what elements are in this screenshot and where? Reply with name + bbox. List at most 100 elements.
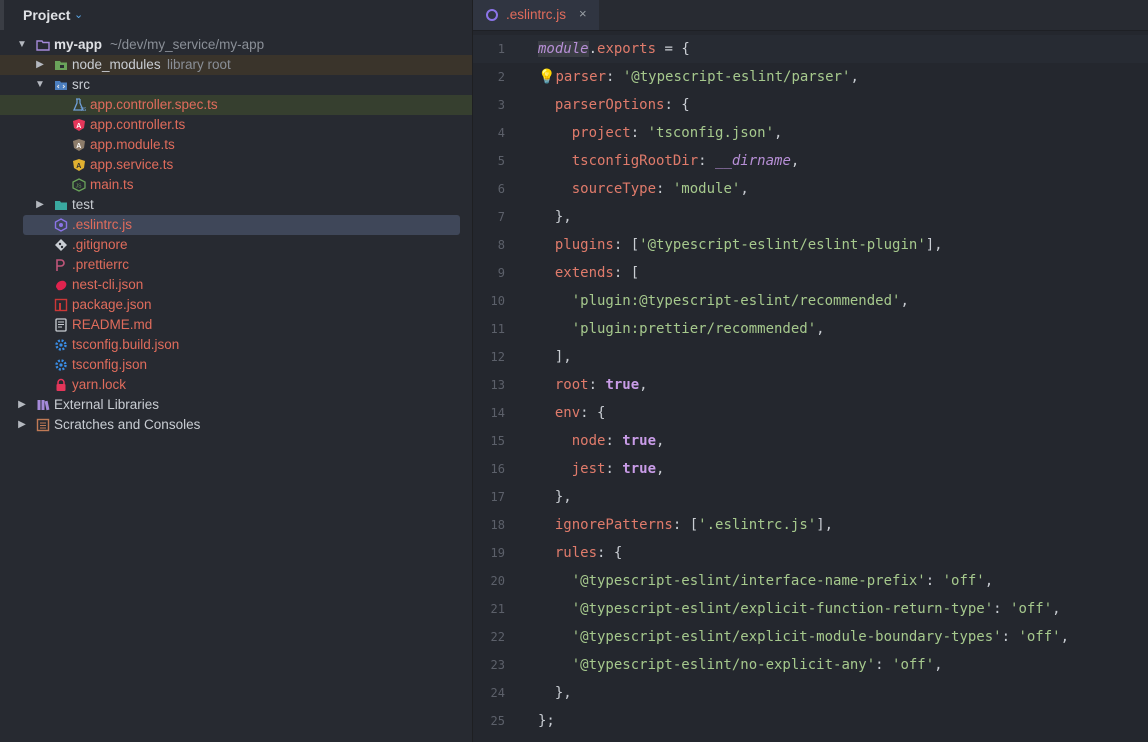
line-number: 7 <box>497 210 505 224</box>
prettier-icon <box>56 259 65 271</box>
code-line: 14 env: { <box>473 399 1148 427</box>
line-number: 21 <box>490 602 505 616</box>
chevron-right-icon[interactable]: ▶ <box>34 55 46 75</box>
tree-item-my-app[interactable]: ▼ my-app ~/dev/my_service/my-app <box>0 35 472 55</box>
tree-item-label: .prettierrc <box>72 257 130 272</box>
code-line: 6 sourceType: 'module', <box>473 175 1148 203</box>
project-panel-title[interactable]: Project <box>23 7 70 23</box>
line-number: 19 <box>490 546 505 560</box>
tree-item-tsconfig-build[interactable]: tsconfig.build.json <box>0 335 472 355</box>
tree-item-scratches[interactable]: ▶ Scratches and Consoles <box>0 415 472 435</box>
code-line: 17 }, <box>473 483 1148 511</box>
svg-text:JS: JS <box>76 184 83 190</box>
chevron-right-icon[interactable]: ▶ <box>16 415 28 435</box>
close-icon[interactable]: × <box>579 6 587 21</box>
code-line: 23 '@typescript-eslint/no-explicit-any':… <box>473 651 1148 679</box>
project-tree: ▼ my-app ~/dev/my_service/my-app ▶ node_… <box>0 35 472 435</box>
tree-item-label: app.module.ts <box>90 137 175 152</box>
markdown-icon <box>55 318 67 332</box>
angular-icon: A <box>73 139 85 151</box>
code-line: 7 }, <box>473 203 1148 231</box>
tree-item-prettierrc[interactable]: .prettierrc <box>0 255 472 275</box>
tree-item-app-module[interactable]: A app.module.ts <box>0 135 472 155</box>
angular-icon: A <box>73 119 85 131</box>
line-number: 15 <box>490 434 505 448</box>
chevron-down-icon[interactable]: ⌄ <box>74 8 83 21</box>
tree-item-app-service[interactable]: A app.service.ts <box>0 155 472 175</box>
eslint-icon <box>486 9 498 21</box>
line-number: 8 <box>497 238 505 252</box>
tab-eslintrc[interactable]: .eslintrc.js × <box>473 0 599 30</box>
nest-icon <box>56 280 67 291</box>
code-area[interactable]: 1 module.exports = { 2 💡parser: '@typescri… <box>473 35 1148 735</box>
code-line: 20 '@typescript-eslint/interface-name-pr… <box>473 567 1148 595</box>
folder-icon <box>36 40 50 51</box>
line-number: 16 <box>490 462 505 476</box>
chevron-down-icon[interactable]: ▼ <box>34 75 46 95</box>
code-line: 8 plugins: ['@typescript-eslint/eslint-p… <box>473 231 1148 259</box>
angular-icon: A <box>73 159 85 171</box>
project-panel-header: Project ⌄ <box>0 0 472 30</box>
tree-item-path: ~/dev/my_service/my-app <box>110 37 265 52</box>
tree-item-tsconfig[interactable]: tsconfig.json <box>0 355 472 375</box>
code-line: 22 '@typescript-eslint/explicit-module-b… <box>473 623 1148 651</box>
js-icon: JS <box>72 178 86 192</box>
code-line: 15 node: true, <box>473 427 1148 455</box>
tree-item-yarn-lock[interactable]: yarn.lock <box>0 375 472 395</box>
tree-item-external-libraries[interactable]: ▶ External Libraries <box>0 395 472 415</box>
chevron-down-icon[interactable]: ▼ <box>16 35 28 55</box>
tree-item-label: package.json <box>72 297 152 312</box>
lightbulb-icon[interactable]: 💡 <box>538 69 555 85</box>
tsconfig-icon <box>55 339 67 351</box>
tree-item-gitignore[interactable]: .gitignore <box>0 235 472 255</box>
code-line: 3 parserOptions: { <box>473 91 1148 119</box>
code-line: 21 '@typescript-eslint/explicit-function… <box>473 595 1148 623</box>
line-number: 25 <box>490 714 505 728</box>
tree-item-node-modules[interactable]: ▶ node_modules library root <box>0 55 472 75</box>
npm-icon <box>54 298 68 312</box>
tab-label: .eslintrc.js <box>506 7 567 22</box>
line-number: 11 <box>490 322 505 336</box>
tree-item-src[interactable]: ▼ src <box>0 75 472 95</box>
tree-item-hint: library root <box>167 57 231 72</box>
code-line: 2 💡parser: '@typescript-eslint/parser', <box>473 63 1148 91</box>
tree-item-app-controller[interactable]: A app.controller.ts <box>0 115 472 135</box>
tree-item-nest-cli[interactable]: nest-cli.json <box>0 275 472 295</box>
line-number: 1 <box>497 42 505 56</box>
tree-item-readme[interactable]: README.md <box>0 315 472 335</box>
tree-item-label: main.ts <box>90 177 134 192</box>
tree-item-label: .eslintrc.js <box>72 217 133 232</box>
code-line: 11 'plugin:prettier/recommended', <box>473 315 1148 343</box>
code-line: 25}; <box>473 707 1148 735</box>
line-number: 6 <box>497 182 505 196</box>
tree-item-eslintrc[interactable]: .eslintrc.js <box>0 215 472 235</box>
chevron-right-icon[interactable]: ▶ <box>34 195 46 215</box>
editor-pane: .eslintrc.js × 1 module.exports = { 2 💡par… <box>473 0 1148 742</box>
tree-item-main[interactable]: JS main.ts <box>0 175 472 195</box>
line-number: 3 <box>497 98 505 112</box>
chevron-right-icon[interactable]: ▶ <box>16 395 28 415</box>
line-number: 20 <box>490 574 505 588</box>
tree-item-label: test <box>72 197 94 212</box>
tree-item-label: my-app <box>54 37 103 52</box>
source-folder-icon <box>55 81 67 90</box>
tree-item-test[interactable]: ▶ test <box>0 195 472 215</box>
line-number: 4 <box>497 126 505 140</box>
tree-item-package-json[interactable]: package.json <box>0 295 472 315</box>
code-line: 9 extends: [ <box>473 259 1148 287</box>
line-number: 24 <box>490 686 505 700</box>
tree-item-app-controller-spec[interactable]: TS app.controller.spec.ts <box>0 95 472 115</box>
code-line: 4 project: 'tsconfig.json', <box>473 119 1148 147</box>
line-number: 10 <box>490 294 505 308</box>
code-line: 5 tsconfigRootDir: __dirname, <box>473 147 1148 175</box>
tree-item-label: node_modules <box>72 57 161 72</box>
tree-item-label: app.service.ts <box>90 157 174 172</box>
line-number: 12 <box>490 350 505 364</box>
tree-item-label: tsconfig.build.json <box>72 337 180 352</box>
code-line: 19 rules: { <box>473 539 1148 567</box>
tree-item-label: External Libraries <box>54 397 160 412</box>
eslint-icon <box>54 218 68 232</box>
code-line: 10 'plugin:@typescript-eslint/recommende… <box>473 287 1148 315</box>
line-number: 5 <box>497 154 505 168</box>
scratches-icon <box>36 418 50 432</box>
